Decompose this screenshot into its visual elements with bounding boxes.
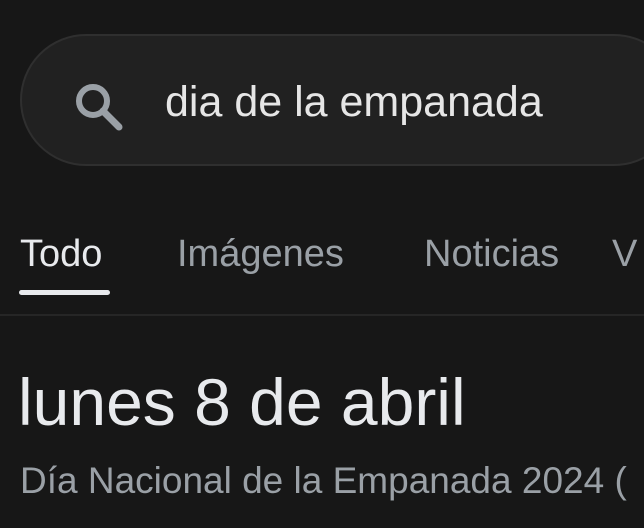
search-bar[interactable]: dia de la empanada [20, 34, 644, 166]
search-icon[interactable] [72, 80, 124, 132]
tab-noticias[interactable]: Noticias [424, 230, 559, 278]
tab-imagenes[interactable]: Imágenes [177, 230, 344, 278]
active-tab-indicator [19, 290, 110, 295]
search-input[interactable]: dia de la empanada [165, 72, 543, 132]
tab-todo[interactable]: Todo [20, 230, 102, 278]
tabs-divider [0, 314, 644, 316]
answer-subtitle: Día Nacional de la Empanada 2024 ( [20, 460, 627, 501]
tab-next-partial[interactable]: V [612, 230, 637, 278]
search-results-page: dia de la empanada Todo Imágenes Noticia… [0, 0, 644, 528]
answer-title: lunes 8 de abril [18, 365, 466, 439]
search-tabs: Todo Imágenes Noticias V [0, 220, 644, 314]
